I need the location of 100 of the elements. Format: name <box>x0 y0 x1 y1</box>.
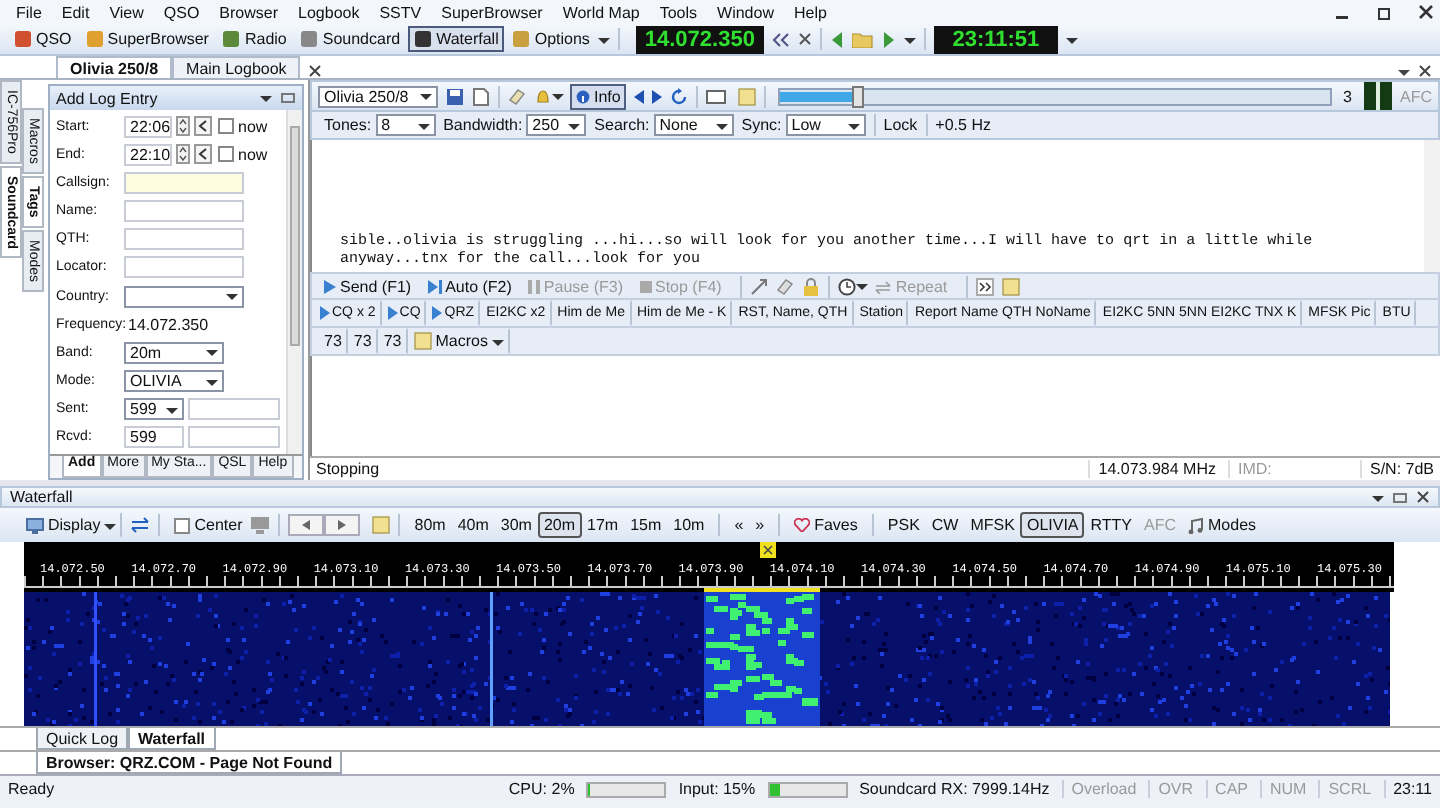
spinner-icon[interactable] <box>176 116 190 136</box>
band-button[interactable]: 10m <box>667 512 711 538</box>
menu-item[interactable]: File <box>16 3 42 21</box>
document-tab[interactable]: Main Logbook <box>172 56 301 78</box>
macros-menu-button[interactable]: Macros <box>407 328 510 354</box>
previous-band-button[interactable]: « <box>728 512 750 538</box>
double-chevron-icon[interactable] <box>771 31 790 47</box>
refresh-icon[interactable] <box>670 87 689 105</box>
close-icon[interactable] <box>1418 64 1432 78</box>
squelch-slider[interactable] <box>778 87 1332 105</box>
display-menu-button[interactable]: Display <box>20 512 123 538</box>
set-time-button[interactable] <box>194 116 212 136</box>
info-button[interactable]: Info <box>570 83 627 109</box>
monitor-icon[interactable] <box>250 516 271 534</box>
text-field[interactable] <box>124 228 244 251</box>
caret-icon[interactable] <box>260 92 272 104</box>
time-field[interactable]: 22:10 <box>124 143 172 166</box>
forward-arrow-icon[interactable] <box>881 31 896 47</box>
text-field[interactable] <box>124 171 244 194</box>
menu-item[interactable]: Tools <box>659 3 698 21</box>
band-button[interactable]: 20m <box>537 512 581 538</box>
clock-icon[interactable] <box>837 277 856 295</box>
caret-icon[interactable] <box>903 33 916 45</box>
faves-button[interactable]: Faves <box>788 512 864 538</box>
toolbar-button[interactable]: SuperBrowser <box>79 26 215 52</box>
mode-button[interactable]: PSK <box>881 512 926 538</box>
lock-icon[interactable] <box>801 277 820 295</box>
document-icon[interactable] <box>472 87 490 105</box>
dropdown[interactable]: 20m <box>124 341 224 364</box>
toolbar-button[interactable]: QSO <box>8 26 78 52</box>
dropdown[interactable]: 599 <box>124 398 184 421</box>
slider-thumb[interactable] <box>851 85 864 107</box>
caret-icon[interactable] <box>552 90 564 102</box>
text-field[interactable] <box>188 426 280 449</box>
caret-icon[interactable] <box>597 33 610 45</box>
caret-icon[interactable] <box>855 280 868 292</box>
caret-icon[interactable] <box>1372 491 1384 503</box>
close-icon[interactable] <box>308 64 323 78</box>
eraser-icon[interactable] <box>508 87 526 105</box>
save-icon[interactable] <box>446 87 464 105</box>
scroll-left-button[interactable] <box>288 514 325 536</box>
menu-item[interactable]: Window <box>717 3 774 21</box>
waterfall-spectrogram[interactable] <box>24 592 1390 726</box>
band-button[interactable]: 30m <box>494 512 538 538</box>
checkbox[interactable] <box>174 517 191 533</box>
window-icon[interactable] <box>706 87 731 105</box>
right-arrow-icon[interactable] <box>652 89 663 103</box>
band-button[interactable]: 17m <box>581 512 625 538</box>
toolbar-button[interactable]: Soundcard <box>294 26 407 52</box>
text-field[interactable] <box>124 256 244 279</box>
left-arrow-icon[interactable] <box>634 89 645 103</box>
macro-button[interactable]: 73 <box>318 328 348 354</box>
menu-item[interactable]: Edit <box>61 3 90 21</box>
tuning-marker-icon[interactable] <box>760 542 776 558</box>
caret-icon[interactable] <box>1065 33 1078 45</box>
spinner-icon[interactable] <box>176 144 190 165</box>
scroll-right-button[interactable] <box>324 514 361 536</box>
macro-button[interactable]: 73 <box>377 328 408 354</box>
setting-dropdown[interactable]: 8 <box>375 114 436 136</box>
checkbox[interactable] <box>218 118 234 134</box>
band-button[interactable]: 40m <box>451 512 495 538</box>
set-time-button[interactable] <box>194 144 212 165</box>
transmit-button[interactable]: Send (F1) <box>318 273 418 299</box>
tool-icon[interactable] <box>749 277 768 295</box>
close-icon[interactable] <box>1416 490 1430 504</box>
scrollbar[interactable] <box>1424 140 1440 272</box>
mode-button[interactable]: CW <box>925 512 965 538</box>
panel-tab[interactable]: Quick Log <box>36 728 129 750</box>
text-field[interactable] <box>124 200 244 223</box>
next-band-button[interactable]: » <box>749 512 771 538</box>
transmit-button[interactable]: Auto (F2) <box>421 273 518 299</box>
menu-item[interactable]: Help <box>793 3 827 21</box>
modes-menu-button[interactable]: Modes <box>1182 512 1263 538</box>
overflow-chevron-icon[interactable] <box>975 277 994 295</box>
checkbox[interactable] <box>218 146 234 163</box>
back-arrow-icon[interactable] <box>829 31 844 47</box>
dropdown[interactable] <box>124 285 244 308</box>
menu-item[interactable]: View <box>109 3 144 21</box>
menu-item[interactable]: SSTV <box>379 3 422 21</box>
setting-dropdown[interactable]: 250 <box>526 114 587 136</box>
toolbar-button[interactable]: Radio <box>216 26 293 52</box>
scrollbar[interactable] <box>286 110 302 454</box>
close-icon[interactable] <box>797 32 812 46</box>
close-icon[interactable] <box>1418 4 1434 20</box>
setting-dropdown[interactable]: None <box>653 114 734 136</box>
text-field[interactable] <box>188 398 280 421</box>
toolbar-button[interactable]: Waterfall <box>408 26 505 52</box>
browser-tab[interactable]: Browser: QRZ.COM - Page Not Found <box>36 752 343 774</box>
menu-item[interactable]: Logbook <box>298 3 360 21</box>
mode-button[interactable]: MFSK <box>964 512 1021 538</box>
eraser-icon[interactable] <box>775 277 794 295</box>
band-button[interactable]: 15m <box>624 512 668 538</box>
restore-icon[interactable] <box>1376 4 1392 20</box>
menu-item[interactable]: QSO <box>163 3 200 21</box>
menu-item[interactable]: Browser <box>219 3 279 21</box>
macro-button[interactable]: 73 <box>347 328 378 354</box>
dropdown[interactable]: OLIVIA <box>124 370 224 393</box>
menu-item[interactable]: SuperBrowser <box>441 3 543 21</box>
swap-arrows-icon[interactable] <box>130 516 151 534</box>
mode-dropdown[interactable]: Olivia 250/8 <box>318 85 438 107</box>
